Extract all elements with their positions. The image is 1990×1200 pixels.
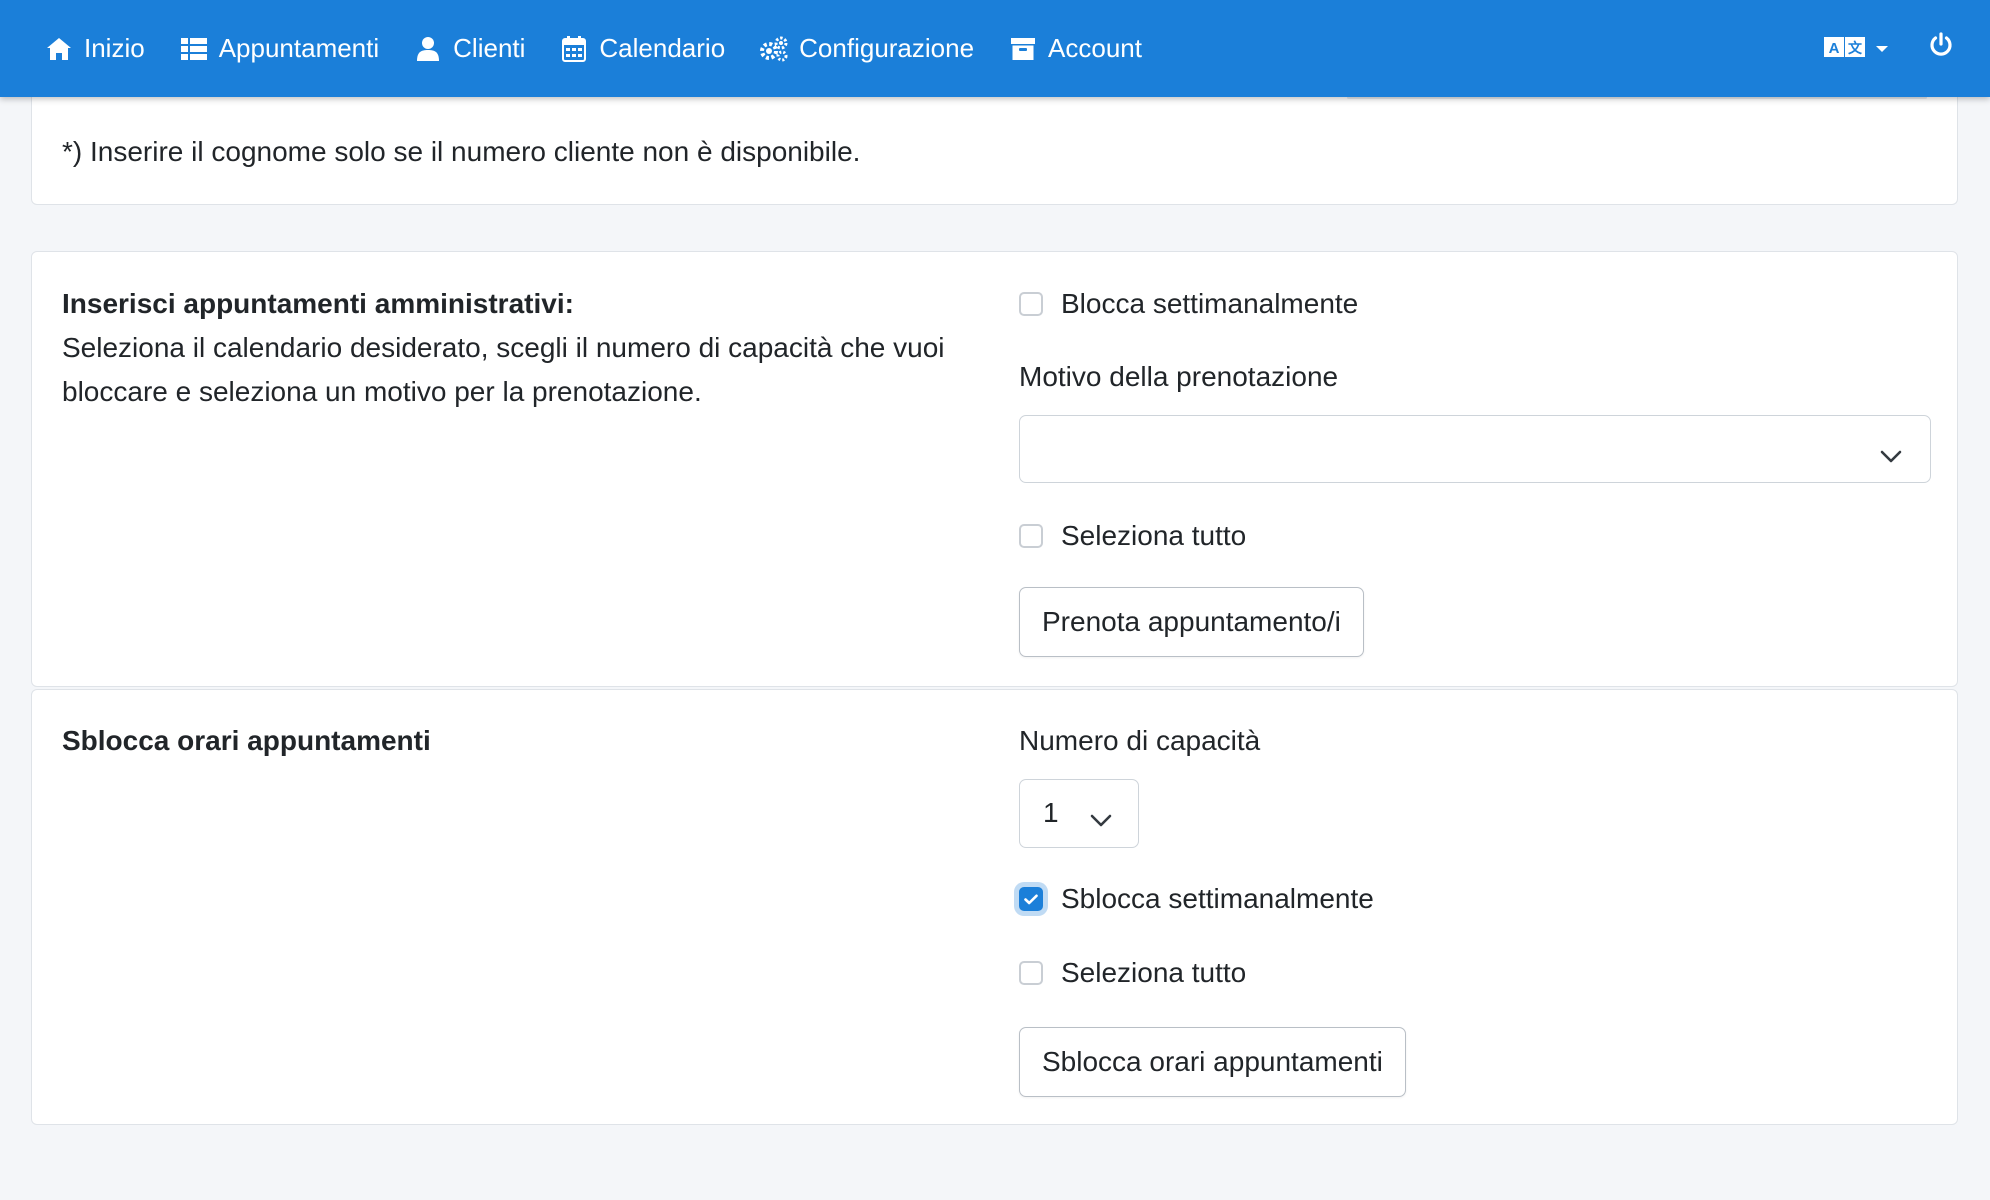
unblock-card-title: Sblocca orari appuntamenti xyxy=(62,725,431,756)
chevron-down-icon xyxy=(1090,802,1112,836)
nav-item-label: Account xyxy=(1048,33,1142,63)
svg-text:文: 文 xyxy=(1848,40,1863,57)
unblock-weekly-label: Sblocca settimanalmente xyxy=(1061,883,1374,914)
chevron-down-icon xyxy=(1880,438,1902,472)
nav-item-account[interactable]: Account xyxy=(1008,33,1142,64)
book-appointment-button[interactable]: Prenota appuntamento/i xyxy=(1019,587,1364,657)
svg-text:A: A xyxy=(1829,40,1840,57)
admin-card-title: Inserisci appuntamenti amministrativi: xyxy=(62,288,574,319)
select-all-label: Seleziona tutto xyxy=(1061,520,1247,551)
home-icon xyxy=(44,34,74,64)
nav-item-label: Inizio xyxy=(84,33,145,63)
nav-item-calendario[interactable]: Calendario xyxy=(559,33,725,64)
check-icon xyxy=(1024,894,1038,904)
surname-note: *) Inserire il cognome solo se il numero… xyxy=(62,136,861,167)
capacity-select[interactable]: 1 xyxy=(1019,779,1139,848)
nav-item-label: Configurazione xyxy=(799,33,975,63)
unblock-weekly-checkbox-row[interactable]: Sblocca settimanalmente xyxy=(1019,883,1374,915)
unblock-weekly-checkbox[interactable] xyxy=(1019,887,1043,911)
select-all-label: Seleziona tutto xyxy=(1061,957,1247,988)
language-icon: A 文 xyxy=(1824,32,1866,66)
capacity-select-value: 1 xyxy=(1043,797,1059,828)
block-weekly-checkbox[interactable] xyxy=(1019,292,1043,316)
list-icon xyxy=(179,34,209,64)
admin-appointments-card: Inserisci appuntamenti amministrativi: S… xyxy=(31,251,1958,687)
top-navbar: Inizio Appuntamenti Clienti Calendario C… xyxy=(0,0,1990,97)
unblock-slots-button[interactable]: Sblocca orari appuntamenti xyxy=(1019,1027,1406,1097)
reason-select[interactable] xyxy=(1019,415,1931,483)
chevron-down-icon xyxy=(1876,45,1888,52)
reason-label: Motivo della prenotazione xyxy=(1019,361,1339,392)
power-icon xyxy=(1928,31,1954,66)
calendar-icon xyxy=(559,34,589,64)
select-all-checkbox-row[interactable]: Seleziona tutto xyxy=(1019,957,1246,989)
select-all-checkbox[interactable] xyxy=(1019,524,1043,548)
power-button[interactable] xyxy=(1928,31,1954,66)
nav-item-inizio[interactable]: Inizio xyxy=(44,33,145,64)
select-all-checkbox-row[interactable]: Seleziona tutto xyxy=(1019,520,1246,552)
nav-item-configurazione[interactable]: Configurazione xyxy=(759,33,974,64)
nav-item-appuntamenti[interactable]: Appuntamenti xyxy=(179,33,379,64)
nav-item-clienti[interactable]: Clienti xyxy=(413,33,525,64)
gears-icon xyxy=(759,34,789,64)
nav-item-label: Calendario xyxy=(599,33,726,63)
admin-card-description: Seleziona il calendario desiderato, sceg… xyxy=(62,332,945,407)
nav-item-label: Appuntamenti xyxy=(218,33,380,63)
nav-item-label: Clienti xyxy=(453,33,526,63)
block-weekly-checkbox-row[interactable]: Blocca settimanalmente xyxy=(1019,288,1358,320)
language-dropdown[interactable]: A 文 xyxy=(1824,32,1888,66)
unblock-slots-card: Sblocca orari appuntamenti Numero di cap… xyxy=(31,689,1958,1125)
capacity-label: Numero di capacità xyxy=(1019,725,1261,756)
user-icon xyxy=(413,34,443,64)
select-all-checkbox[interactable] xyxy=(1019,961,1043,985)
nav-right: A 文 xyxy=(1824,0,1954,97)
archive-icon xyxy=(1008,34,1038,64)
nav-items: Inizio Appuntamenti Clienti Calendario C… xyxy=(44,0,1176,97)
block-weekly-label: Blocca settimanalmente xyxy=(1061,288,1359,319)
